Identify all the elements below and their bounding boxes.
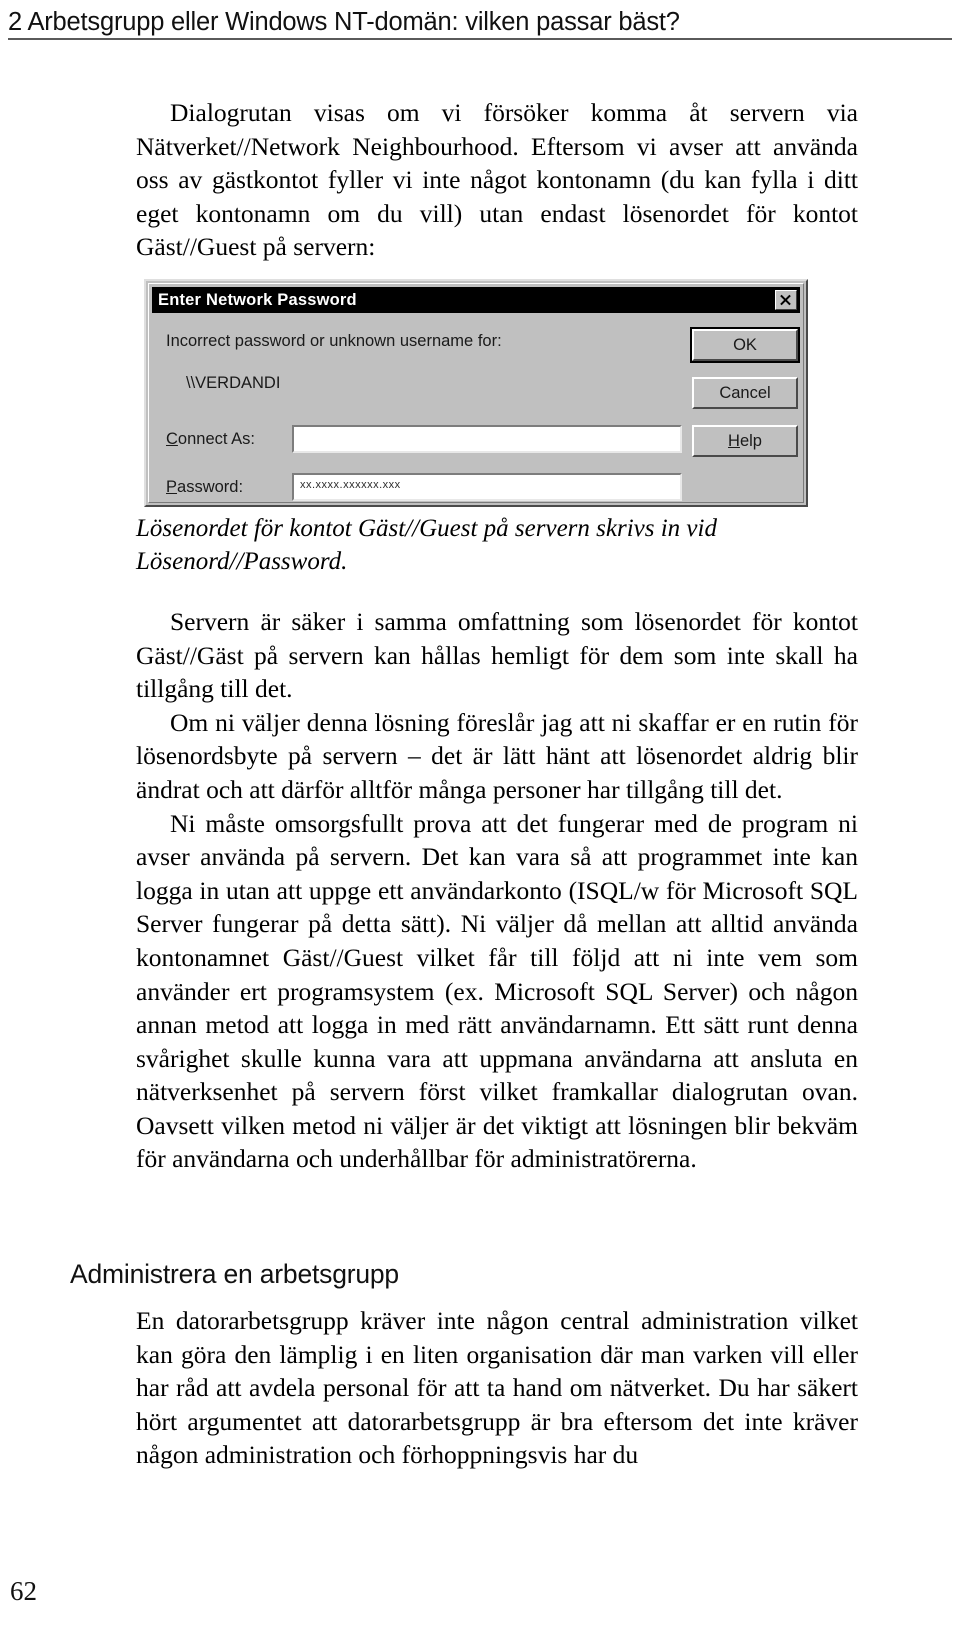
page-number: 62 bbox=[10, 1576, 37, 1606]
header-rule bbox=[8, 38, 952, 40]
connect-as-accel: C bbox=[166, 430, 178, 448]
password-label: Password: bbox=[166, 478, 243, 497]
text-column: Dialogrutan visas om vi försöker komma å… bbox=[136, 96, 858, 1176]
page-running-head: 2 Arbetsgrupp eller Windows NT-domän: vi… bbox=[0, 8, 960, 50]
paragraph-program-testing: Ni måste omsorgsfullt prova att det fung… bbox=[136, 808, 858, 1174]
dialog-inner-bevel: Enter Network Password Incorrect passwor… bbox=[148, 283, 804, 503]
password-accel: P bbox=[166, 478, 178, 496]
password-label-rest: assword: bbox=[177, 478, 244, 496]
ok-button[interactable]: OK bbox=[690, 327, 800, 363]
connect-as-input[interactable] bbox=[292, 425, 682, 453]
caption-gap bbox=[136, 579, 858, 605]
enter-network-password-dialog: Enter Network Password Incorrect passwor… bbox=[144, 279, 808, 507]
dialog-body: Incorrect password or unknown username f… bbox=[152, 315, 800, 501]
password-input[interactable]: xx.xxxx.xxxxxx.xxx bbox=[292, 473, 682, 501]
close-icon[interactable] bbox=[775, 290, 797, 310]
running-head-text: 2 Arbetsgrupp eller Windows NT-domän: vi… bbox=[8, 8, 680, 36]
heading-gap bbox=[70, 1290, 870, 1304]
help-accel: H bbox=[728, 431, 740, 450]
ok-button-label: OK bbox=[733, 335, 757, 354]
dialog-title: Enter Network Password bbox=[158, 290, 357, 309]
section-heading: Administrera en arbetsgrupp bbox=[70, 1259, 399, 1289]
figure-caption: Lösenordet för kontot Gäst//Guest på ser… bbox=[136, 514, 717, 576]
dialog-server-name: \\VERDANDI bbox=[186, 374, 281, 392]
paragraph-server-security: Servern är säker i samma omfattning som … bbox=[136, 606, 858, 704]
section-block: Administrera en arbetsgrupp En datorarbe… bbox=[70, 1258, 870, 1472]
cancel-button[interactable]: Cancel bbox=[692, 377, 798, 409]
help-button[interactable]: Help bbox=[692, 425, 798, 457]
paragraph-intro: Dialogrutan visas om vi försöker komma å… bbox=[136, 98, 858, 262]
help-button-label: elp bbox=[739, 431, 762, 450]
password-value: xx.xxxx.xxxxxx.xxx bbox=[300, 479, 401, 491]
dialog-message: Incorrect password or unknown username f… bbox=[166, 332, 502, 350]
cancel-button-label: Cancel bbox=[719, 383, 771, 402]
connect-as-label: Connect As: bbox=[166, 430, 255, 449]
paragraph-password-routine: Om ni väljer denna lösning föreslår jag … bbox=[136, 707, 858, 804]
paragraph-workgroup-admin: En datorarbetsgrupp kräver inte någon ce… bbox=[136, 1306, 858, 1470]
connect-as-label-rest: onnect As: bbox=[177, 430, 255, 448]
dialog-titlebar: Enter Network Password bbox=[152, 287, 800, 313]
